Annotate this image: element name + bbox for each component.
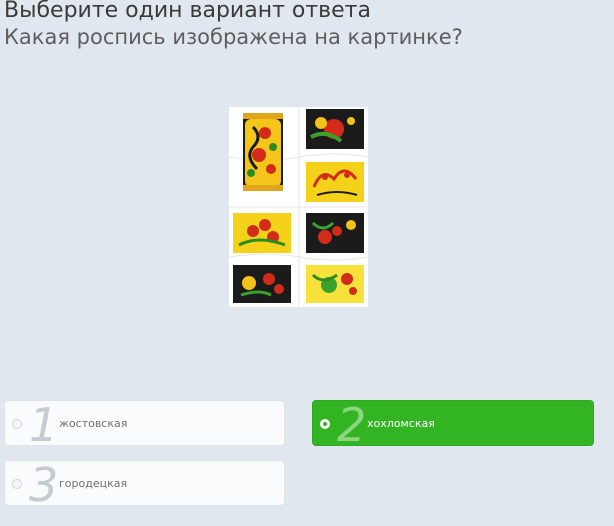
option-label: городецкая — [59, 477, 128, 490]
answer-option-3[interactable]: 3 городецкая — [4, 458, 285, 512]
question-instruction: Выберите один вариант ответа — [4, 0, 371, 23]
option-label: хохломская — [367, 417, 435, 430]
khokhloma-painting-image — [228, 107, 369, 307]
option-number: 1 — [29, 398, 59, 452]
radio-button-checked-icon[interactable] — [320, 419, 330, 429]
option-number: 3 — [29, 458, 59, 512]
radio-button-icon[interactable] — [12, 479, 22, 489]
answer-option-2[interactable]: 2 хохломская — [312, 398, 594, 452]
radio-button-icon[interactable] — [12, 419, 22, 429]
khokhloma-illustration — [228, 107, 369, 307]
jar-icon — [243, 113, 283, 191]
option-label: жостовская — [59, 417, 128, 430]
question-text: Какая роспись изображена на картинке? — [4, 25, 463, 49]
answer-option-1[interactable]: 1 жостовская — [4, 398, 285, 452]
option-number: 2 — [337, 398, 367, 452]
